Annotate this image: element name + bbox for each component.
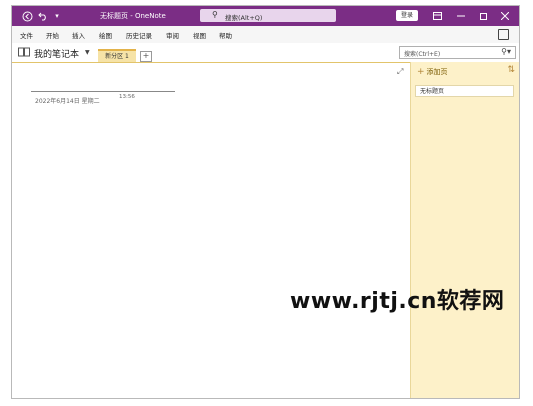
title-bar: ▾ 无标题页 - OneNote ⚲ 搜索(Alt+Q) 登录 xyxy=(12,6,519,26)
undo-icon[interactable] xyxy=(36,9,50,23)
menu-history[interactable]: 历史记录 xyxy=(126,30,152,40)
page-time: 13:56 xyxy=(119,94,135,100)
add-page-label: 添加页 xyxy=(426,68,448,76)
menu-home[interactable]: 开始 xyxy=(46,30,59,40)
close-button[interactable] xyxy=(493,6,517,26)
page-list-item[interactable]: 无标题页 xyxy=(415,85,514,97)
minimize-button[interactable] xyxy=(449,6,473,26)
page-search-input[interactable]: 搜索(Ctrl+E) ⚲▾ xyxy=(399,46,516,59)
maximize-button[interactable] xyxy=(471,6,495,26)
pages-panel: + 添加页 ⇅ 无标题页 xyxy=(410,62,519,398)
page-search-placeholder: 搜索(Ctrl+E) xyxy=(404,51,441,58)
plus-icon: + xyxy=(417,67,425,77)
watermark: www.rjtj.cn软荐网 xyxy=(290,289,505,314)
menu-insert[interactable]: 插入 xyxy=(72,30,85,40)
window-title: 无标题页 - OneNote xyxy=(100,12,166,20)
page-canvas[interactable]: ⤢ 2022年6月14日 星期二 13:56 xyxy=(12,63,410,398)
chevron-down-icon[interactable]: ▼ xyxy=(85,49,90,56)
menu-bar: 文件 开始 插入 绘图 历史记录 审阅 视图 帮助 xyxy=(12,26,519,43)
search-icon: ⚲ xyxy=(212,10,218,19)
customize-toolbar-icon[interactable]: ▾ xyxy=(50,9,64,23)
add-section-button[interactable]: + xyxy=(140,51,152,62)
notebook-name[interactable]: 我的笔记本 xyxy=(34,47,79,60)
ribbon-display-icon[interactable] xyxy=(425,6,449,26)
notes-pane-icon[interactable] xyxy=(498,29,509,40)
sort-icon[interactable]: ⇅ xyxy=(507,65,515,75)
menu-help[interactable]: 帮助 xyxy=(219,30,232,40)
add-page-button[interactable]: + 添加页 xyxy=(417,67,448,77)
menu-draw[interactable]: 绘图 xyxy=(99,30,112,40)
menu-review[interactable]: 审阅 xyxy=(166,30,179,40)
menu-view[interactable]: 视图 xyxy=(193,30,206,40)
login-button[interactable]: 登录 xyxy=(396,10,418,21)
page-title-input[interactable] xyxy=(31,91,175,92)
search-placeholder: 搜索(Alt+Q) xyxy=(225,14,263,22)
menu-file[interactable]: 文件 xyxy=(20,30,33,40)
page-date: 2022年6月14日 星期二 xyxy=(35,98,100,105)
search-icon[interactable]: ⚲▾ xyxy=(501,47,511,56)
search-input[interactable]: ⚲ 搜索(Alt+Q) xyxy=(200,9,336,22)
expand-icon[interactable]: ⤢ xyxy=(397,67,403,77)
notebook-icon xyxy=(18,47,30,57)
onenote-window: ▾ 无标题页 - OneNote ⚲ 搜索(Alt+Q) 登录 文件 开始 插入… xyxy=(11,5,520,399)
back-icon[interactable] xyxy=(20,9,34,23)
